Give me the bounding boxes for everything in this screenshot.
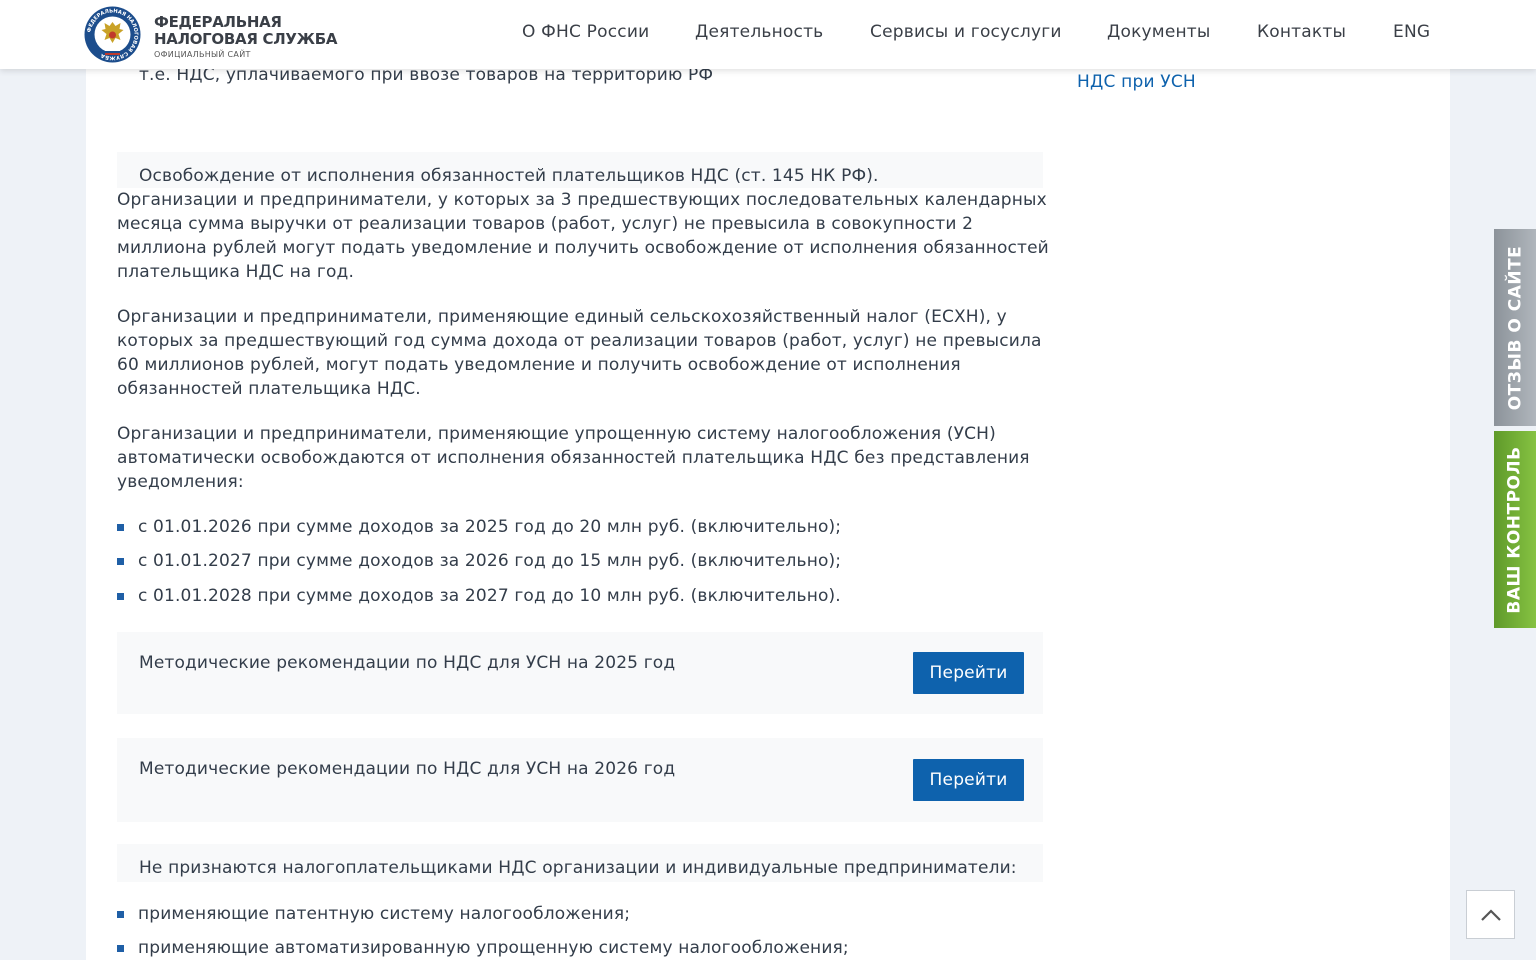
paragraph-3-line: Организации и предприниматели, применяющ… — [117, 424, 996, 444]
logo-title-line1: ФЕДЕРАЛЬНАЯ — [154, 13, 282, 31]
paragraph-1-line: месяца сумма выручки от реализации товар… — [117, 214, 974, 234]
go-button[interactable]: Перейти — [913, 759, 1024, 801]
method-card-title: Методические рекомендации по НДС для УСН… — [139, 653, 676, 673]
bullet-icon — [117, 524, 124, 531]
list-item-text: с 01.01.2026 при сумме доходов за 2025 г… — [138, 517, 842, 537]
emblem-icon[interactable]: ФЕДЕРАЛЬНАЯ НАЛОГОВАЯ СЛУЖБА — [84, 6, 141, 63]
go-button[interactable]: Перейти — [913, 652, 1024, 694]
exemption-title: Освобождение от исполнения обязанностей … — [139, 166, 879, 186]
list-item-text: с 01.01.2027 при сумме доходов за 2026 г… — [138, 551, 842, 571]
logo-subtitle: ОФИЦИАЛЬНЫЙ САЙТ — [154, 50, 251, 59]
paragraph-2-line: обязанностей плательщика НДС. — [117, 379, 421, 399]
paragraph-1-line: Организации и предприниматели, у которых… — [117, 190, 1047, 210]
paragraph-3: Организации и предприниматели, применяющ… — [117, 422, 1057, 494]
method-card-title: Методические рекомендации по НДС для УСН… — [139, 759, 676, 779]
paragraph-2: Организации и предприниматели, применяющ… — [117, 305, 1057, 401]
feedback-tab-label: ОТЗЫВ О САЙТЕ — [1505, 245, 1525, 410]
paragraph-2-line: которых за предшествующий год сумма дохо… — [117, 331, 1042, 351]
bullet-icon — [117, 593, 124, 600]
list-item-text: с 01.01.2028 при сумме доходов за 2027 г… — [138, 586, 841, 606]
feedback-tab[interactable]: ОТЗЫВ О САЙТЕ — [1494, 229, 1536, 426]
paragraph-1: Организации и предприниматели, у которых… — [117, 188, 1057, 284]
nav-item-documents[interactable]: Документы — [1107, 22, 1211, 42]
nav-item-about[interactable]: О ФНС России — [522, 22, 649, 42]
scroll-top-button[interactable] — [1466, 890, 1515, 939]
your-control-tab-label: ВАШ КОНТРОЛЬ — [1505, 445, 1526, 614]
logo-text[interactable]: ФЕДЕРАЛЬНАЯ НАЛОГОВАЯ СЛУЖБА ОФИЦИАЛЬНЫЙ… — [154, 13, 338, 60]
logo-title-line2: НАЛОГОВАЯ СЛУЖБА — [154, 30, 338, 48]
paragraph-2-line: 60 миллионов рублей, могут подать уведом… — [117, 355, 961, 375]
nav-item-services[interactable]: Сервисы и госуслуги — [870, 22, 1062, 42]
paragraph-3-line: уведомления: — [117, 472, 244, 492]
chevron-up-icon — [1480, 908, 1501, 921]
sidebar-link-vat-usn[interactable]: НДС при УСН — [1077, 72, 1196, 92]
list-item-text: применяющие патентную систему налогообло… — [138, 904, 631, 924]
bullet-icon — [117, 558, 124, 565]
nav-item-activity[interactable]: Деятельность — [695, 22, 823, 42]
nav-item-eng[interactable]: ENG — [1393, 22, 1430, 42]
nav-item-contacts[interactable]: Контакты — [1257, 22, 1346, 42]
list-item-text: применяющие автоматизированную упрощенну… — [138, 938, 849, 958]
bullet-icon — [117, 945, 124, 952]
non-payers-title: Не признаются налогоплательщиками НДС ор… — [139, 858, 1017, 878]
your-control-tab[interactable]: ВАШ КОНТРОЛЬ — [1494, 431, 1536, 628]
paragraph-3-line: автоматически освобождаются от исполнени… — [117, 448, 1030, 468]
bullet-icon — [117, 911, 124, 918]
paragraph-1-line: миллиона рублей могут подать уведомление… — [117, 238, 1049, 258]
paragraph-2-line: Организации и предприниматели, применяющ… — [117, 307, 1007, 327]
site-header: ФЕДЕРАЛЬНАЯ НАЛОГОВАЯ СЛУЖБА ФЕДЕРАЛЬНАЯ… — [0, 0, 1536, 69]
paragraph-1-line: плательщика НДС на год. — [117, 262, 355, 282]
